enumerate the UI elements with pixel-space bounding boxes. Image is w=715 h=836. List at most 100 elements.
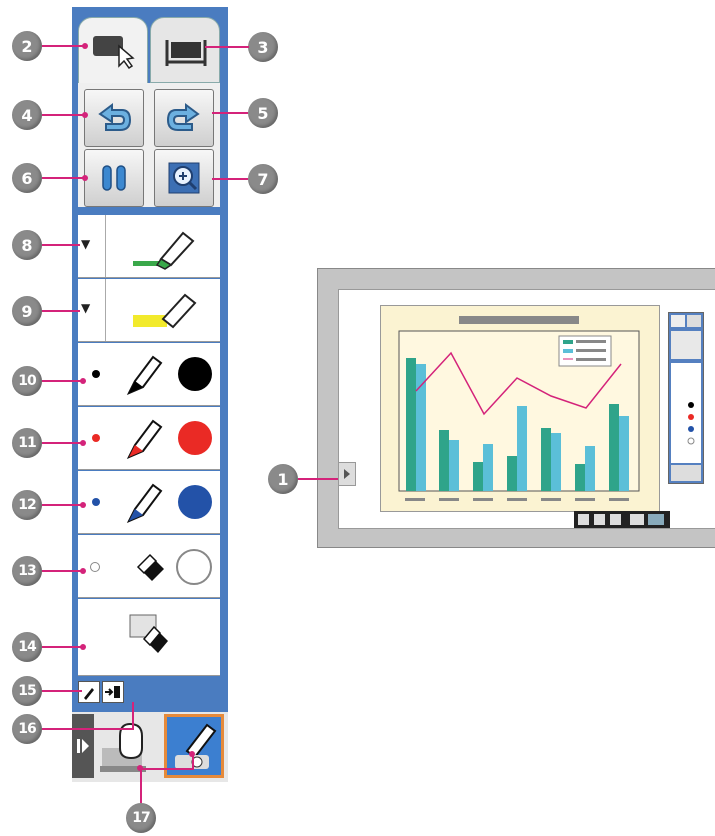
exit-icon	[105, 686, 120, 698]
bar	[517, 406, 527, 491]
callout-2: 2	[12, 31, 42, 61]
highlighter-yellow-row[interactable]: ▼	[78, 279, 220, 342]
leader-line	[42, 244, 80, 246]
whiteboard-icon	[165, 40, 207, 66]
leader-line	[42, 646, 82, 648]
bar	[541, 428, 551, 491]
chart-title-placeholder	[459, 316, 579, 324]
color-swatch-red	[178, 421, 212, 455]
callout-7: 7	[248, 164, 278, 194]
leader-line	[140, 768, 142, 803]
leader-dot	[80, 568, 86, 574]
width-indicator	[90, 562, 100, 572]
callout-10: 10	[12, 366, 42, 396]
bar	[483, 444, 493, 491]
callout-12: 12	[12, 490, 42, 520]
callout-13: 13	[12, 556, 42, 586]
bar-line-chart-illustration	[398, 316, 640, 501]
leader-dot	[82, 43, 88, 49]
tab-whiteboard-mode[interactable]	[150, 17, 220, 83]
pause-button[interactable]	[84, 149, 144, 207]
width-indicator	[92, 498, 100, 506]
leader-line	[212, 178, 248, 180]
pause-icon	[102, 165, 126, 191]
pen-settings-button[interactable]	[78, 681, 100, 703]
leader-line	[42, 728, 134, 730]
clear-screen-icon	[129, 614, 168, 653]
highlighter-green-row[interactable]: ▼	[78, 215, 220, 278]
highlighter-icon	[133, 231, 195, 270]
divider	[105, 279, 106, 341]
width-indicator	[92, 434, 100, 442]
redo-icon	[166, 103, 200, 131]
clear-screen-row[interactable]	[78, 599, 220, 676]
callout-17: 17	[126, 803, 156, 833]
leader-line	[42, 690, 82, 692]
leader-line	[42, 570, 82, 572]
width-dropdown-icon[interactable]: ▼	[81, 237, 103, 257]
zoom-in-icon	[168, 162, 200, 194]
leader-line	[212, 112, 248, 114]
leader-line	[42, 442, 82, 444]
pen-red-row[interactable]	[78, 407, 220, 470]
leader-dot	[80, 440, 86, 446]
leader-line	[42, 45, 84, 47]
pen-blue-row[interactable]	[78, 471, 220, 534]
leader-line	[42, 114, 84, 116]
pen-icon	[126, 355, 163, 395]
bar	[551, 433, 561, 491]
open-toolbar-button[interactable]	[338, 462, 356, 486]
leader-line	[132, 702, 134, 729]
mode-switch-bar	[72, 712, 228, 782]
callout-11: 11	[12, 428, 42, 458]
leader-dot	[82, 175, 88, 181]
bar	[416, 364, 426, 491]
eraser-icon	[136, 553, 164, 581]
bar	[473, 462, 483, 491]
drawing-toolbar: ▼ ▼	[72, 7, 228, 712]
mouse-mode-button[interactable]	[100, 716, 158, 776]
callout-8: 8	[12, 230, 42, 260]
pen-black-row[interactable]	[78, 343, 220, 406]
callout-16: 16	[12, 714, 42, 744]
divider	[105, 215, 106, 277]
collapse-toolbar-button[interactable]	[72, 714, 94, 778]
pen-mode-icon	[175, 723, 217, 769]
pen-icon	[126, 419, 163, 459]
width-dropdown-icon[interactable]: ▼	[81, 301, 103, 321]
tab-interactive-mode[interactable]	[78, 17, 148, 85]
undo-button[interactable]	[84, 89, 144, 147]
leader-line	[42, 177, 84, 179]
callout-14: 14	[12, 632, 42, 662]
leader-dot	[80, 502, 86, 508]
leader-line	[42, 504, 82, 506]
monitor-cursor-icon	[93, 36, 135, 70]
bar	[619, 416, 629, 491]
width-indicator	[92, 370, 100, 378]
pen-settings-icon	[84, 688, 94, 700]
presentation-slide	[380, 305, 660, 512]
mini-control-icons	[578, 514, 664, 525]
tool-panel	[78, 83, 220, 207]
pen-icon	[126, 483, 163, 523]
callout-4: 4	[12, 100, 42, 130]
redo-button[interactable]	[154, 89, 214, 147]
zoom-button[interactable]	[154, 149, 214, 207]
leader-dot	[80, 378, 86, 384]
eraser-row[interactable]	[78, 535, 220, 598]
mini-drawing-toolbar	[668, 312, 704, 484]
exit-button[interactable]	[102, 681, 124, 703]
leader-line	[42, 380, 82, 382]
leader-line	[42, 310, 80, 312]
leader-line	[205, 46, 249, 48]
bar	[449, 440, 459, 491]
leader-dot	[82, 112, 88, 118]
mouse-mode-icon	[100, 722, 146, 772]
bar	[609, 404, 619, 491]
undo-icon	[98, 103, 132, 131]
callout-5: 5	[248, 98, 278, 128]
leader-dot	[189, 751, 195, 757]
callout-15: 15	[12, 676, 42, 706]
expand-arrow-icon	[344, 469, 350, 479]
leader-line	[140, 768, 194, 770]
